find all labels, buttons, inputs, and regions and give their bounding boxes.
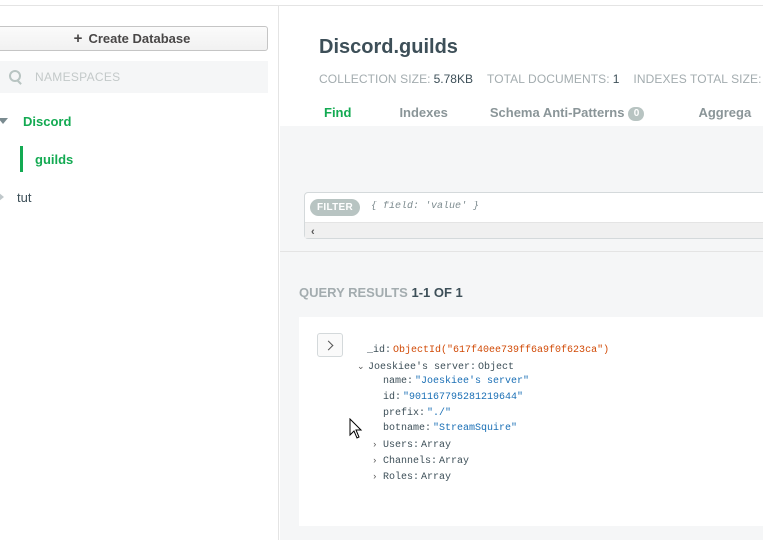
horizontal-scrollbar[interactable]: ‹: [305, 222, 763, 238]
field-value: "Joeskiee's server": [415, 376, 530, 387]
collection-stats: COLLECTION SIZE: 5.78KB TOTAL DOCUMENTS: 1…: [319, 72, 763, 86]
colon: :: [425, 423, 432, 434]
filter-label: FILTER: [310, 199, 361, 216]
field-value: "901167795281219644": [403, 392, 524, 403]
field-value: ObjectId("617f40ee739ff6a9f0f623ca"): [393, 345, 610, 356]
document-card: _id: ObjectId("617f40ee739ff6a9f0f623ca")…: [299, 317, 763, 526]
plus-icon: +: [73, 30, 83, 47]
sidebar-item-discord[interactable]: Discord: [0, 110, 279, 132]
scroll-left-icon[interactable]: ‹: [311, 226, 315, 238]
chevron-right-icon[interactable]: ›: [372, 454, 380, 468]
divider: [280, 251, 763, 252]
field-key: prefix: [383, 408, 420, 419]
colon: :: [385, 345, 392, 356]
colon: :: [419, 408, 426, 419]
field-id: _id: ObjectId("617f40ee739ff6a9f0f623ca"): [367, 344, 609, 358]
stat-value: 1: [612, 72, 620, 86]
field-server: ⌄ Joeskiee's server: Object: [357, 360, 514, 374]
stat-label: INDEXES TOTAL SIZE:: [633, 72, 762, 86]
field-value: "./": [427, 408, 452, 419]
field-name: name: "Joeskiee's server": [383, 375, 529, 389]
tab-label: Find: [324, 105, 352, 120]
colon: :: [431, 456, 438, 467]
field-key: Joeskiee's server: [368, 362, 471, 373]
colon: :: [413, 440, 420, 451]
field-type: Object: [478, 362, 515, 373]
chevron-right-icon[interactable]: ›: [372, 470, 380, 484]
field-value: "StreamSquire": [433, 423, 518, 434]
tab-schema-anti-patterns[interactable]: Schema Anti-Patterns 0: [474, 102, 661, 126]
field-type: Array: [439, 456, 470, 467]
filter-input[interactable]: [371, 201, 751, 212]
field-key: Roles: [383, 472, 414, 483]
query-results-label: QUERY RESULTS 1-1 OF 1: [299, 285, 463, 300]
field-roles: › Roles: Array: [372, 470, 451, 484]
colon: :: [413, 472, 420, 483]
field-botname: botname: "StreamSquire": [383, 422, 517, 436]
filter-bar: FILTER ‹: [304, 192, 763, 239]
field-channels: › Channels: Array: [372, 454, 469, 468]
colon: :: [407, 376, 414, 387]
results-count: 1-1 OF 1: [411, 285, 463, 300]
page-title: Discord.guilds: [319, 36, 458, 58]
field-key: Users: [383, 440, 414, 451]
collection-tabs: Find Indexes Schema Anti-Patterns 0 Aggre…: [308, 102, 763, 126]
mouse-cursor-icon: [349, 418, 363, 439]
chevron-right-icon[interactable]: ›: [372, 438, 380, 452]
field-key: id: [383, 392, 396, 403]
namespace-search: [0, 61, 268, 93]
stat-value: 5.78KB: [433, 72, 473, 86]
field-type: Array: [421, 472, 452, 483]
sidebar: + Create Database Discord guilds tut: [0, 6, 279, 540]
tab-label: Indexes: [399, 105, 448, 120]
stat-collection-size: COLLECTION SIZE: 5.78KB: [319, 72, 473, 86]
field-prefix: prefix: "./": [383, 407, 451, 421]
colon: :: [470, 362, 477, 373]
collection-name: guilds: [35, 151, 74, 167]
stat-label: TOTAL DOCUMENTS:: [487, 72, 610, 86]
field-key: Channels: [383, 456, 432, 467]
create-database-label: Create Database: [88, 31, 191, 46]
tab-aggregations[interactable]: Aggrega: [682, 102, 763, 126]
colon: :: [395, 392, 402, 403]
caret-down-icon[interactable]: [0, 118, 8, 124]
database-name: Discord: [23, 113, 72, 129]
results-label-text: QUERY RESULTS: [299, 285, 408, 300]
expand-document-button[interactable]: [317, 333, 343, 357]
caret-right-icon[interactable]: [0, 193, 4, 201]
collection-header: Discord.guilds COLLECTION SIZE: 5.78KB TO…: [280, 6, 763, 126]
create-database-button[interactable]: + Create Database: [0, 26, 268, 51]
field-key: _id: [367, 345, 386, 356]
field-id-string: id: "901167795281219644": [383, 391, 523, 405]
search-icon: [9, 70, 23, 84]
field-type: Array: [421, 440, 452, 451]
chevron-right-icon: [323, 340, 334, 350]
tab-find[interactable]: Find: [308, 102, 367, 126]
stat-total-documents: TOTAL DOCUMENTS: 1: [487, 72, 619, 86]
tab-label: Schema Anti-Patterns: [489, 105, 625, 120]
sidebar-item-guilds[interactable]: guilds: [20, 146, 279, 172]
field-key: name: [383, 376, 408, 387]
tab-label: Aggrega: [698, 105, 752, 120]
chevron-down-icon[interactable]: ⌄: [357, 360, 365, 374]
namespace-search-input[interactable]: [35, 70, 235, 84]
field-users: › Users: Array: [372, 438, 451, 452]
tab-indexes[interactable]: Indexes: [383, 102, 463, 126]
stat-indexes-size: INDEXES TOTAL SIZE:: [633, 72, 763, 86]
main-panel: Discord.guilds COLLECTION SIZE: 5.78KB TO…: [280, 6, 763, 540]
sidebar-item-tut[interactable]: tut: [0, 186, 279, 208]
count-badge: 0: [628, 107, 645, 121]
stat-label: COLLECTION SIZE:: [319, 72, 431, 86]
field-key: botname: [383, 423, 426, 434]
database-name: tut: [17, 189, 32, 205]
